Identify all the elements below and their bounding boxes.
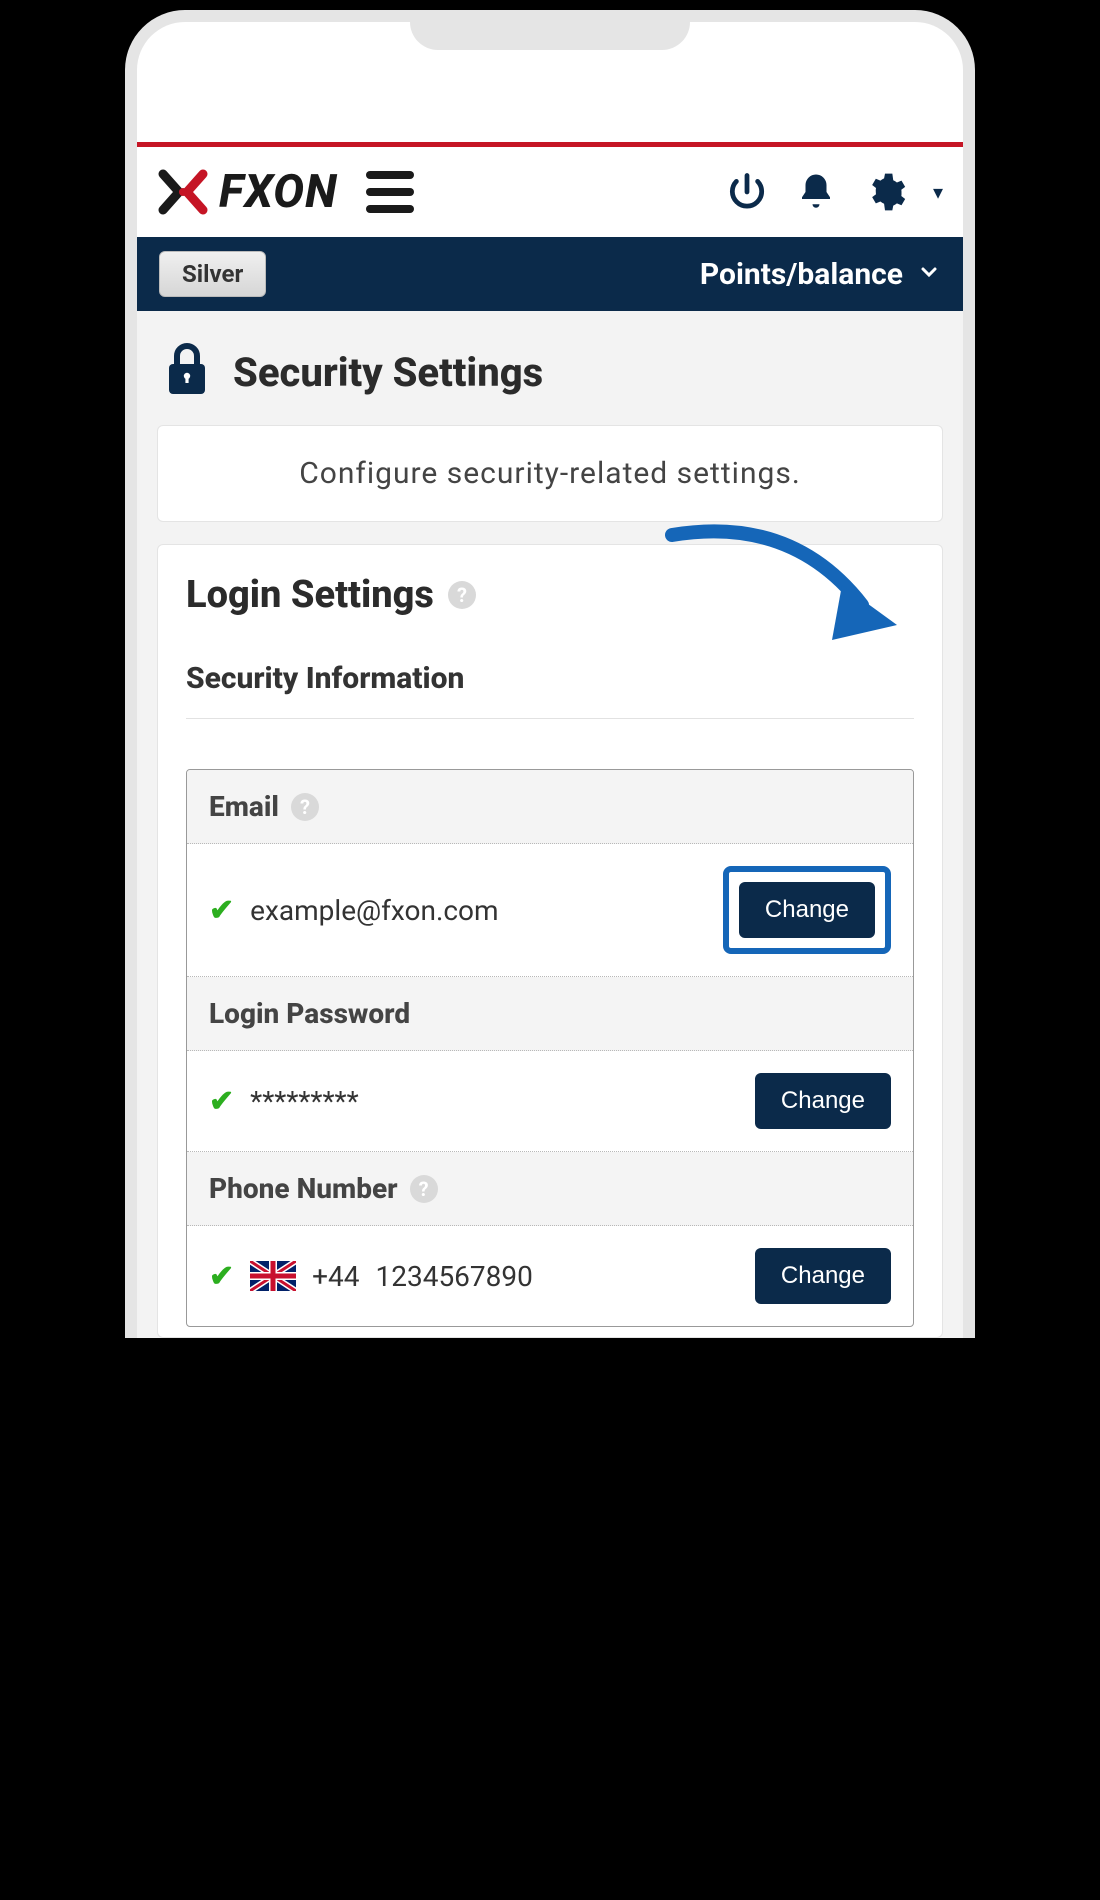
points-label: Points/balance — [700, 257, 903, 292]
email-row-body: ✔ example@fxon.com Change — [187, 844, 913, 977]
password-row-header: Login Password — [187, 977, 913, 1051]
highlight-box: Change — [723, 866, 891, 954]
brand-mark-icon — [157, 168, 209, 216]
help-icon[interactable]: ? — [448, 581, 476, 609]
chevron-down-icon[interactable]: ▾ — [933, 180, 943, 204]
intro-card: Configure security-related settings. — [157, 425, 943, 522]
change-email-button[interactable]: Change — [739, 882, 875, 938]
chevron-down-icon — [917, 257, 941, 292]
check-icon: ✔ — [209, 1259, 234, 1294]
logo-group: FXON — [157, 165, 414, 219]
email-label: Email — [209, 790, 279, 823]
password-label: Login Password — [209, 997, 410, 1030]
page-content: Security Settings Configure security-rel… — [137, 311, 963, 1338]
phone-frame: FXON ▾ — [125, 10, 975, 1338]
phone-label: Phone Number — [209, 1172, 398, 1205]
header-actions: ▾ — [725, 170, 943, 214]
phone-number: 1234567890 — [376, 1260, 533, 1293]
menu-icon[interactable] — [366, 171, 414, 213]
page-title-row: Security Settings — [157, 329, 943, 425]
email-row-header: Email ? — [187, 770, 913, 844]
email-value-group: ✔ example@fxon.com — [209, 893, 499, 928]
lock-icon — [163, 341, 211, 403]
gear-icon[interactable] — [863, 170, 907, 214]
status-bar: Silver Points/balance — [137, 237, 963, 311]
change-password-button[interactable]: Change — [755, 1073, 891, 1129]
page-title: Security Settings — [233, 349, 543, 396]
help-icon[interactable]: ? — [291, 793, 319, 821]
phone-notch — [410, 10, 690, 50]
email-value: example@fxon.com — [250, 894, 498, 927]
login-settings-card: Login Settings ? Security Information Em… — [157, 544, 943, 1338]
phone-row-header: Phone Number ? — [187, 1152, 913, 1226]
sub-heading: Security Information — [186, 661, 914, 719]
check-icon: ✔ — [209, 1084, 234, 1119]
brand-logo[interactable]: FXON — [157, 165, 338, 219]
intro-text: Configure security-related settings. — [299, 456, 801, 491]
help-icon[interactable]: ? — [410, 1175, 438, 1203]
power-icon[interactable] — [725, 170, 769, 214]
password-value-group: ✔ ********* — [209, 1084, 359, 1119]
uk-flag-icon — [250, 1261, 296, 1291]
brand-name: FXON — [219, 165, 338, 219]
password-value: ********* — [250, 1085, 359, 1118]
phone-row-body: ✔ +44 — [187, 1226, 913, 1326]
section-title: Login Settings — [186, 573, 434, 617]
security-info-table: Email ? ✔ example@fxon.com Change Login … — [186, 769, 914, 1327]
points-dropdown[interactable]: Points/balance — [700, 257, 941, 292]
phone-value-group: ✔ +44 — [209, 1259, 533, 1294]
phone-code: +44 — [312, 1260, 359, 1293]
check-icon: ✔ — [209, 893, 234, 928]
bell-icon[interactable] — [795, 171, 837, 213]
change-phone-button[interactable]: Change — [755, 1248, 891, 1304]
password-row-body: ✔ ********* Change — [187, 1051, 913, 1152]
tier-badge[interactable]: Silver — [159, 251, 266, 297]
section-title-row: Login Settings ? — [186, 573, 914, 617]
app-header: FXON ▾ — [137, 147, 963, 237]
